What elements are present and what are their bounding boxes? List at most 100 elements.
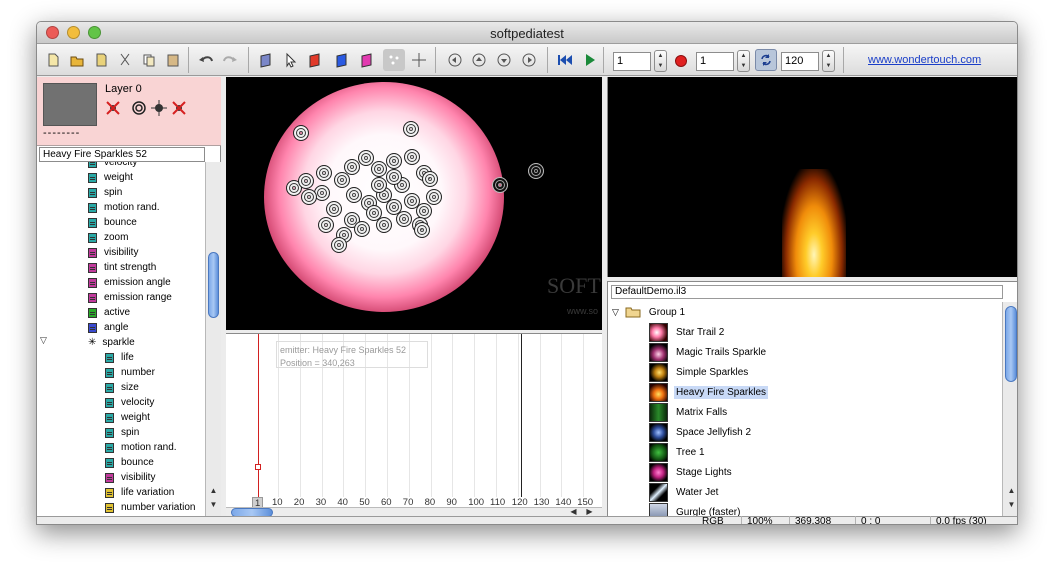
- property-icon: [105, 457, 114, 468]
- timeline[interactable]: emitter: Heavy Fire Sparkles 52 Position…: [226, 333, 602, 516]
- tree-item[interactable]: bounce: [88, 215, 137, 230]
- tree-item[interactable]: visibility: [88, 245, 138, 260]
- tree-item[interactable]: tint strength: [88, 260, 156, 275]
- grid-line: [583, 334, 585, 497]
- new-document-icon[interactable]: [44, 51, 62, 69]
- property-icon: [88, 217, 97, 228]
- layer-sparkle-icon[interactable]: [151, 100, 167, 116]
- library-item[interactable]: Magic Trails Sparkle: [649, 342, 768, 362]
- tree-item-label: active: [104, 307, 131, 318]
- tree-item[interactable]: motion rand.: [105, 440, 177, 455]
- library-scrollbar[interactable]: ▲ ▼: [1002, 302, 1017, 516]
- sparkle-disclosure-icon[interactable]: ▽: [40, 335, 47, 346]
- disclosure-triangle-icon[interactable]: ▽: [612, 307, 619, 318]
- tree-item[interactable]: emission range: [88, 290, 172, 305]
- tree-item[interactable]: bounce: [105, 455, 154, 470]
- tree-item[interactable]: visibility: [105, 470, 155, 485]
- keyframe-marker[interactable]: [255, 464, 261, 470]
- tree-item[interactable]: zoom: [88, 230, 128, 245]
- paste-icon[interactable]: [164, 51, 182, 69]
- playhead-line[interactable]: [258, 334, 259, 497]
- library-scroll-down-arrow[interactable]: ▼: [1006, 500, 1017, 509]
- color-mode-status: RGB: [702, 516, 724, 525]
- tree-scroll-up-arrow[interactable]: ▲: [208, 486, 219, 495]
- fps-field[interactable]: 120: [781, 52, 819, 71]
- tree-scrollbar[interactable]: ▲ ▼: [205, 162, 221, 516]
- tree-item[interactable]: spin: [88, 185, 122, 200]
- rotate-up-icon[interactable]: [470, 51, 488, 69]
- tree-scroll-down-arrow[interactable]: ▼: [208, 500, 219, 509]
- emitter-pink-icon[interactable]: [358, 51, 376, 69]
- rewind-icon[interactable]: [556, 51, 574, 69]
- tree-item[interactable]: life variation: [105, 485, 174, 500]
- library-scroll-up-arrow[interactable]: ▲: [1006, 486, 1017, 495]
- library-scroll-thumb[interactable]: [1005, 306, 1017, 382]
- wondertouch-link[interactable]: www.wondertouch.com: [868, 54, 981, 66]
- property-icon: [88, 187, 97, 198]
- tree-item[interactable]: active: [88, 305, 130, 320]
- fps-stepper[interactable]: ▲ ▼: [822, 50, 835, 72]
- save-icon[interactable]: [92, 51, 110, 69]
- tree-item[interactable]: velocity: [88, 162, 137, 170]
- tree-item[interactable]: weight: [88, 170, 133, 185]
- emitter-canvas[interactable]: SOFT www.so: [226, 77, 602, 330]
- rotate-down-icon[interactable]: [495, 51, 513, 69]
- library-item[interactable]: Simple Sparkles: [649, 362, 750, 382]
- tree-scroll-thumb[interactable]: [208, 252, 219, 318]
- layer-thumbnail[interactable]: [43, 83, 97, 126]
- property-icon: [105, 382, 114, 393]
- tree-item[interactable]: angle: [88, 320, 128, 335]
- loop-button[interactable]: [755, 49, 777, 71]
- timeline-scroll-left-arrow[interactable]: ◀: [568, 507, 579, 516]
- library-item[interactable]: Gurgle (faster): [649, 502, 742, 516]
- emitter-title-field[interactable]: Heavy Fire Sparkles 52: [39, 147, 205, 162]
- rotate-left-icon[interactable]: [446, 51, 464, 69]
- library-item[interactable]: Stage Lights: [649, 462, 734, 482]
- redo-icon[interactable]: [221, 51, 239, 69]
- library-item[interactable]: Star Trail 2: [649, 322, 726, 342]
- library-item[interactable]: Heavy Fire Sparkles: [649, 382, 769, 402]
- library-item-label: Simple Sparkles: [676, 366, 749, 378]
- emitter-blue-icon[interactable]: [333, 51, 351, 69]
- tree-item[interactable]: spin: [105, 425, 139, 440]
- record-frame-stepper[interactable]: ▲ ▼: [737, 50, 750, 72]
- layer-delete-icon[interactable]: [171, 100, 187, 116]
- emitter-red-icon[interactable]: [306, 51, 324, 69]
- library-group-row[interactable]: ▽ Group 1: [612, 302, 685, 322]
- tree-item[interactable]: motion rand.: [88, 200, 160, 215]
- undo-icon[interactable]: [197, 51, 215, 69]
- layer-target-icon[interactable]: [131, 100, 147, 116]
- tree-item-label: spin: [104, 187, 123, 198]
- tree-item[interactable]: number: [105, 365, 155, 380]
- move-tool-icon[interactable]: [410, 51, 428, 69]
- tree-item[interactable]: ✳ sparkle: [88, 335, 135, 350]
- particle-view-icon[interactable]: [383, 49, 405, 71]
- tree-item[interactable]: size: [105, 380, 139, 395]
- record-icon[interactable]: [675, 55, 687, 67]
- copy-icon[interactable]: [140, 51, 158, 69]
- tree-item[interactable]: number variation: [105, 500, 195, 515]
- tree-item[interactable]: emission angle: [88, 275, 171, 290]
- record-frame-field[interactable]: 1: [696, 52, 734, 71]
- frame-field[interactable]: 1: [613, 52, 651, 71]
- pointer-tool-icon[interactable]: [282, 51, 300, 69]
- library-item-thumbnail: [649, 402, 668, 422]
- end-marker[interactable]: [521, 334, 522, 497]
- timeline-scroll-right-arrow[interactable]: ▶: [584, 507, 595, 516]
- open-folder-icon[interactable]: [68, 51, 86, 69]
- cut-icon[interactable]: [116, 51, 134, 69]
- play-icon[interactable]: [581, 51, 599, 69]
- tree-item[interactable]: velocity: [105, 395, 154, 410]
- layer-view-icon[interactable]: [257, 51, 275, 69]
- library-item[interactable]: Water Jet: [649, 482, 720, 502]
- tree-item[interactable]: life: [105, 350, 134, 365]
- library-item[interactable]: Tree 1: [649, 442, 707, 462]
- timeline-scrollbar[interactable]: ◀ ▶: [226, 507, 602, 516]
- library-item[interactable]: Matrix Falls: [649, 402, 729, 422]
- tree-item[interactable]: weight: [105, 410, 150, 425]
- library-item[interactable]: Space Jellyfish 2: [649, 422, 753, 442]
- frame-stepper[interactable]: ▲ ▼: [654, 50, 667, 72]
- layer-hide-icon[interactable]: [105, 100, 121, 116]
- rotate-right-icon[interactable]: [520, 51, 538, 69]
- timeline-scroll-thumb[interactable]: [231, 508, 273, 516]
